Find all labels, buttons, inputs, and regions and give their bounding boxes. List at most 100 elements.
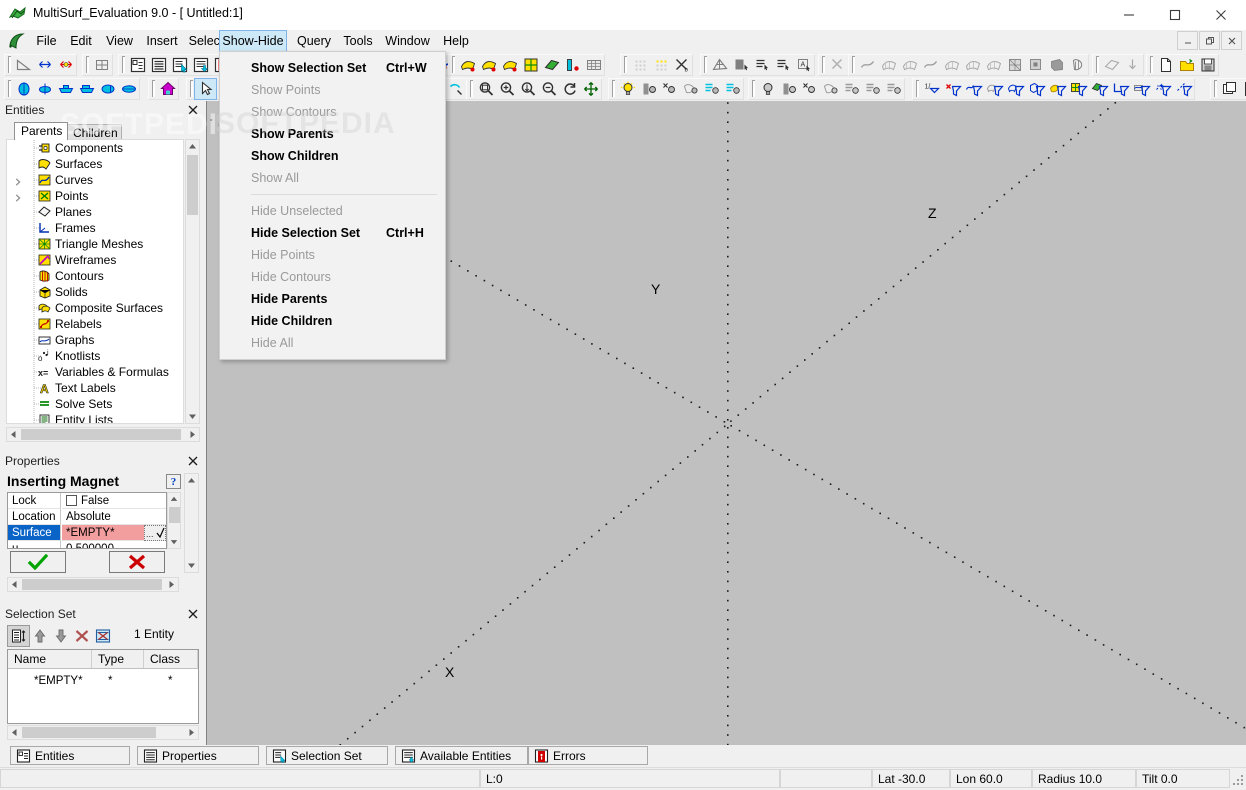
light-gray7-button[interactable] [883, 79, 904, 99]
menu-item-show-selection-set[interactable]: Show Selection Set Ctrl+W [220, 57, 445, 79]
mesh-surface-button[interactable] [520, 55, 541, 75]
properties-hscrollbar[interactable] [7, 577, 179, 592]
close-icon[interactable] [186, 103, 200, 117]
properties-grid[interactable]: Lock False Location Absolute Surface *EMPTY*.… [7, 492, 167, 549]
property-value[interactable]: 0.500000 [62, 541, 166, 548]
light-gray3-button[interactable] [799, 79, 820, 99]
loft-surface-button[interactable] [499, 55, 520, 75]
graph-solid1-button[interactable] [1025, 55, 1046, 75]
toolbar-drag-handle[interactable] [1212, 80, 1218, 98]
light-render-button[interactable] [680, 79, 701, 99]
column-header-class[interactable]: Class [144, 650, 198, 668]
properties-panel-button[interactable] [148, 55, 169, 75]
light-list1-button[interactable] [701, 79, 722, 99]
graph-curve-button[interactable] [857, 55, 878, 75]
toolbar-drag-handle[interactable] [750, 80, 756, 98]
triangle-mesh-button[interactable] [709, 55, 730, 75]
graph-button[interactable] [562, 55, 583, 75]
window-list-button[interactable] [1240, 79, 1246, 99]
menu-item-show-parents[interactable]: Show Parents [220, 123, 445, 145]
tree-item-text-labels[interactable]: A Text Labels [7, 380, 183, 396]
new-file-button[interactable] [1155, 55, 1176, 75]
plane-surface-button[interactable] [541, 55, 562, 75]
tree-item-solids[interactable]: Solids [7, 284, 183, 300]
remove-button[interactable] [71, 626, 92, 646]
select-tool-button[interactable] [194, 78, 217, 100]
toolbar-drag-handle[interactable] [150, 80, 156, 98]
hull-view5-button[interactable] [97, 79, 118, 99]
hull-view4-button[interactable] [76, 79, 97, 99]
selection-set-hscrollbar[interactable] [7, 725, 199, 740]
filter-frame-button[interactable] [1110, 79, 1131, 99]
point-row-button[interactable] [650, 55, 671, 75]
scroll-left-arrow[interactable] [7, 428, 20, 441]
menu-edit[interactable]: Edit [63, 30, 99, 52]
graph-contour-button[interactable] [1067, 55, 1088, 75]
scroll-up-arrow[interactable] [186, 140, 199, 153]
hull-view2-button[interactable] [34, 79, 55, 99]
toolbar-drag-handle[interactable] [820, 56, 826, 74]
graph-surface3-button[interactable] [941, 55, 962, 75]
tree-item-entity-lists[interactable]: Entity Lists [7, 412, 183, 423]
filter-delete-button[interactable] [942, 79, 963, 99]
toolbar-drag-handle[interactable] [468, 80, 474, 98]
pan-tool-button[interactable] [445, 79, 466, 99]
column-header-type[interactable]: Type [92, 650, 144, 668]
light-list2-button[interactable] [722, 79, 743, 99]
scroll-thumb[interactable] [187, 155, 198, 215]
save-file-button[interactable] [1197, 55, 1218, 75]
selection-panel-button[interactable] [169, 55, 190, 75]
tree-item-knotlists[interactable]: o i Knotlists [7, 348, 183, 364]
entity-tree-hscrollbar[interactable] [6, 427, 200, 442]
entity-tree[interactable]: Components Surfaces Curves Points Planes Fram… [6, 139, 184, 424]
move-up-button[interactable] [29, 626, 50, 646]
curve-surface-button[interactable] [457, 55, 478, 75]
toolbar-drag-handle[interactable] [702, 56, 708, 74]
zoom-window-button[interactable] [475, 79, 496, 99]
tree-item-points[interactable]: Points [7, 188, 183, 204]
menu-item-hide-parents[interactable]: Hide Parents [220, 288, 445, 310]
tile-windows-button[interactable] [1219, 79, 1240, 99]
menu-tools[interactable]: Tools [338, 30, 378, 52]
knot-button[interactable]: b [671, 55, 692, 75]
menu-item-show-children[interactable]: Show Children [220, 145, 445, 167]
toolbar-drag-handle[interactable] [1094, 56, 1100, 74]
mdi-restore-button[interactable] [1199, 31, 1220, 50]
fraction-filter-button[interactable]: 1/ [921, 79, 942, 99]
menu-view[interactable]: View [99, 30, 140, 52]
tree-item-surfaces[interactable]: Surfaces [7, 156, 183, 172]
hscroll-thumb[interactable] [21, 429, 181, 440]
home-view-button[interactable] [157, 79, 178, 99]
clear-all-button[interactable] [92, 626, 113, 646]
menu-show-hide[interactable]: Show-Hide [219, 30, 287, 52]
angle-tool-button[interactable] [13, 55, 34, 75]
scroll-down-arrow[interactable] [168, 536, 180, 548]
lock-checkbox[interactable] [66, 495, 77, 507]
scroll-up-arrow[interactable] [168, 493, 180, 505]
scroll-right-arrow[interactable] [185, 726, 198, 739]
entity-list-button[interactable] [751, 55, 772, 75]
zoom-fit-button[interactable] [517, 79, 538, 99]
graph-solid2-button[interactable] [1046, 55, 1067, 75]
bottom-tab-selection-set[interactable]: Selection Set [266, 746, 388, 765]
light-off-button[interactable] [659, 79, 680, 99]
filter-composite-button[interactable] [1047, 79, 1068, 99]
zoom-out-button[interactable] [538, 79, 559, 99]
move-down-button[interactable] [50, 626, 71, 646]
bottom-tab-errors[interactable]: Errors [528, 746, 648, 765]
bottom-tab-available-entities[interactable]: Available Entities [395, 746, 528, 765]
graph-surface5-button[interactable] [983, 55, 1004, 75]
move-view-button[interactable] [580, 79, 601, 99]
text-label-button[interactable]: A [793, 55, 814, 75]
accept-button[interactable] [10, 551, 66, 573]
graph-mesh-button[interactable] [1004, 55, 1025, 75]
property-value[interactable]: Absolute [62, 509, 166, 525]
show-hide-menu[interactable]: Show Selection Set Ctrl+W Show Points Show … [215, 51, 446, 360]
surface-picker-button[interactable]: ... [144, 525, 166, 541]
toolbar-drag-handle[interactable] [120, 56, 126, 74]
graph-surface1-button[interactable] [878, 55, 899, 75]
close-icon[interactable] [186, 607, 200, 621]
menu-item-hide-children[interactable]: Hide Children [220, 310, 445, 332]
toolbar-drag-handle[interactable] [6, 80, 12, 98]
filter-point-button[interactable] [1152, 79, 1173, 99]
